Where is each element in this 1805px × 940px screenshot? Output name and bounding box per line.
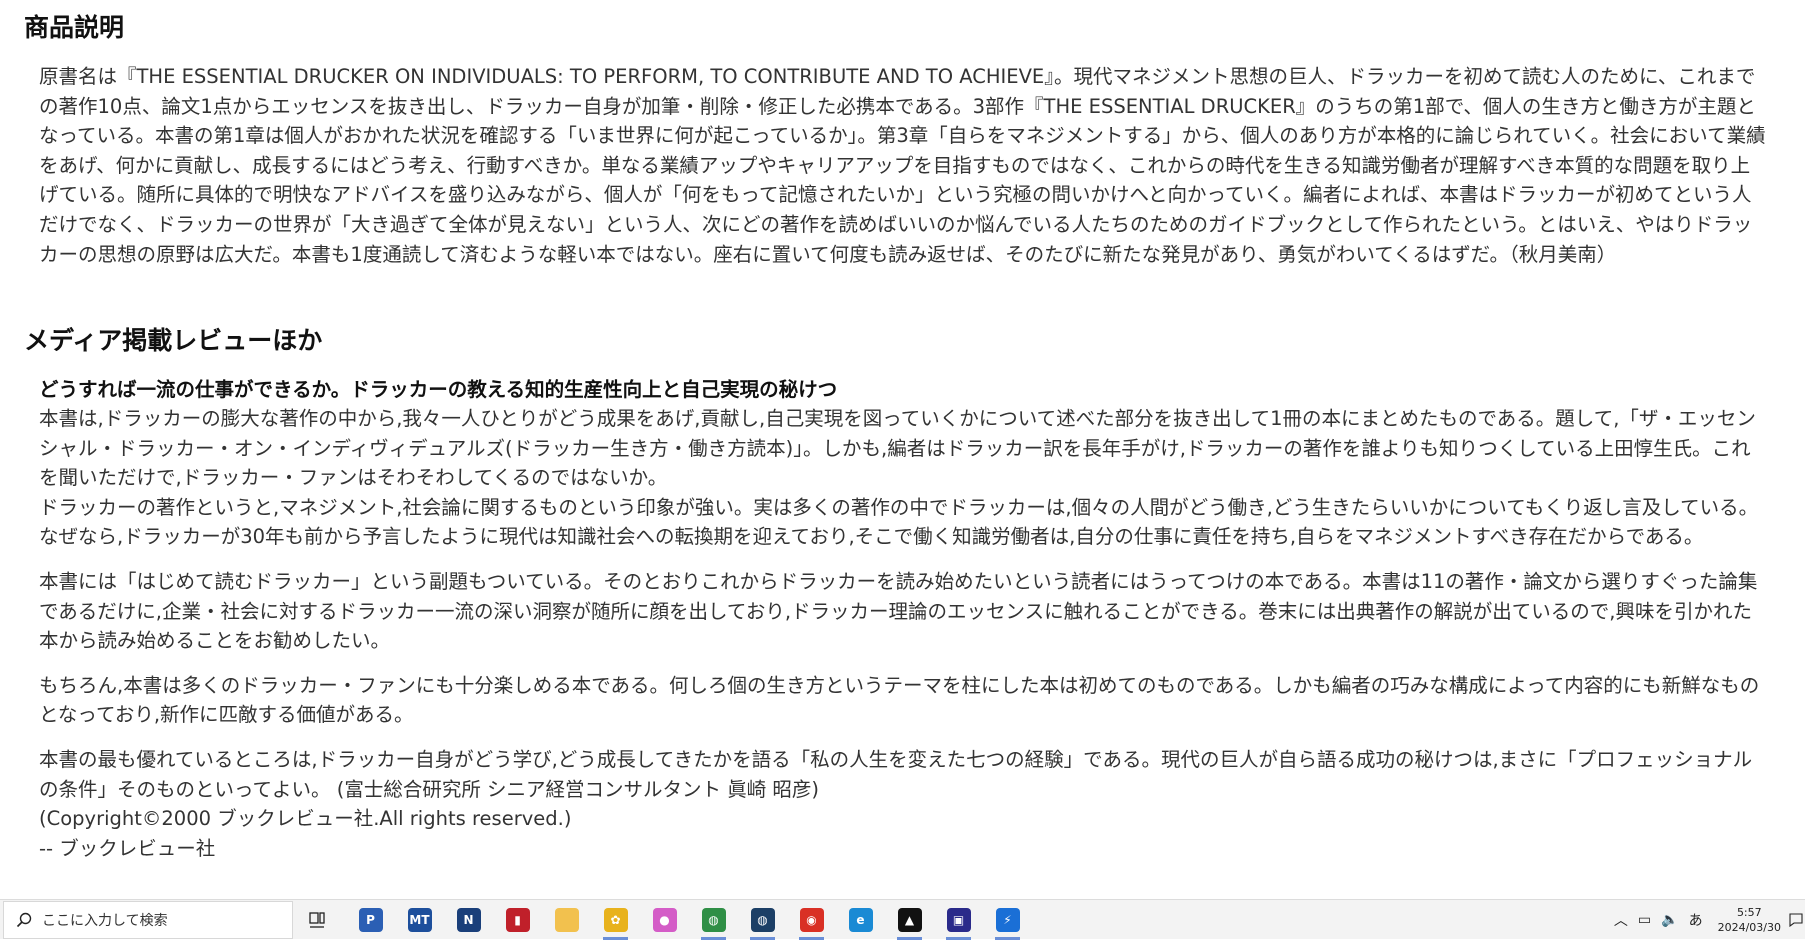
- earth-app-icon: ◍: [750, 908, 775, 932]
- notification-icon: [1789, 913, 1803, 927]
- ime-indicator[interactable]: あ: [1689, 910, 1703, 930]
- globe-app-icon: ◍: [701, 908, 726, 932]
- terminal-app-icon: ▣: [946, 908, 971, 932]
- review-paragraph: もちろん,本書は多くのドラッカー・ファンにも十分楽しめる本である。何しろ個の生き…: [39, 673, 1760, 727]
- taskbar-app-button[interactable]: P: [346, 900, 395, 940]
- taskbar-app-button[interactable]: ◍: [689, 900, 738, 940]
- page-content: 商品説明 原書名は『THE ESSENTIAL DRUCKER ON INDIV…: [0, 0, 1805, 899]
- chevron-up-icon[interactable]: ︿: [1614, 910, 1628, 930]
- clock-time: 5:57: [1736, 906, 1762, 919]
- taskbar-app-button[interactable]: ▲: [885, 900, 934, 940]
- taskbar-app-button[interactable]: MT: [395, 900, 444, 940]
- taskbar-app-button[interactable]: N: [444, 900, 493, 940]
- task-view-icon: [309, 912, 325, 928]
- clock-date: 2024/03/30: [1717, 921, 1781, 934]
- p-app-icon: P: [358, 908, 383, 932]
- volume-icon[interactable]: 🔈: [1661, 912, 1678, 928]
- taskbar-app-button[interactable]: ▮: [493, 900, 542, 940]
- taskbar-app-button[interactable]: e: [836, 900, 885, 940]
- review-paragraph: ドラッカーの著作というと,マネジメント,社会論に関するものという印象が強い。実は…: [39, 495, 1759, 549]
- taskbar-app-button[interactable]: ◍: [738, 900, 787, 940]
- taskbar-search-box[interactable]: ここに入力して検索: [3, 901, 293, 939]
- notification-button[interactable]: [1787, 900, 1805, 940]
- search-placeholder: ここに入力して検索: [42, 913, 168, 929]
- media-review-heading: メディア掲載レビューほか: [24, 326, 323, 355]
- bolt-app-icon: ⚡: [995, 908, 1020, 932]
- review-paragraph: 本書は,ドラッカーの膨大な著作の中から,我々一人ひとりがどう成果をあげ,貢献し,…: [39, 407, 1756, 490]
- product-description-heading: 商品説明: [24, 13, 125, 42]
- clock[interactable]: 5:57 2024/03/30: [1718, 905, 1781, 935]
- system-tray: ︿ ▭ 🔈 あ 5:57 2024/03/30: [1609, 900, 1805, 940]
- copyright-line: (Copyright©2000 ブックレビュー社.All rights rese…: [39, 807, 572, 831]
- drop-app-icon: ●: [652, 908, 677, 932]
- search-icon: [16, 912, 32, 928]
- taskbar-app-button[interactable]: ▣: [934, 900, 983, 940]
- taskbar-app-button[interactable]: ✿: [591, 900, 640, 940]
- edge-icon: e: [848, 908, 873, 932]
- review-title: どうすれば一流の仕事ができるか。ドラッカーの教える知的生産性向上と自己実現の秘け…: [39, 378, 838, 401]
- review-paragraph: 本書の最も優れているところは,ドラッカー自身がどう学び,どう成長してきたかを語る…: [39, 747, 1753, 801]
- sunflower-app-icon: ✿: [603, 908, 628, 932]
- file-explorer-icon: [554, 908, 579, 932]
- taskbar-app-button[interactable]: ◉: [787, 900, 836, 940]
- review-source: -- ブックレビュー社: [39, 836, 216, 860]
- review-body: 本書は,ドラッカーの膨大な著作の中から,我々一人ひとりがどう成果をあげ,貢献し,…: [39, 404, 1769, 863]
- taskbar-app-button[interactable]: ⚡: [983, 900, 1032, 940]
- product-description-text: 原書名は『THE ESSENTIAL DRUCKER ON INDIVIDUAL…: [39, 65, 1766, 266]
- chart-app-icon: ▮: [505, 908, 530, 932]
- stock-app-icon: ▲: [897, 908, 922, 932]
- taskbar-apps: P MT N ▮ ✿ ● ◍ ◍ ◉ e ▲ ▣ ⚡: [346, 900, 1032, 940]
- task-view-button[interactable]: [305, 908, 329, 932]
- chrome-icon: ◉: [799, 908, 824, 932]
- mt-app-icon: MT: [407, 908, 432, 932]
- taskbar: ここに入力して検索 P MT N ▮ ✿ ● ◍ ◍ ◉ e ▲ ▣ ⚡ ︿ ▭ 🔈 あ 5:57 20…: [0, 899, 1805, 940]
- taskbar-app-button[interactable]: ●: [640, 900, 689, 940]
- network-icon[interactable]: ▭: [1638, 912, 1651, 928]
- review-paragraph: 本書には「はじめて読むドラッカー」という副題もついている。そのとおりこれからドラ…: [39, 569, 1758, 653]
- n-app-icon: N: [456, 908, 481, 932]
- taskbar-app-button[interactable]: [542, 900, 591, 940]
